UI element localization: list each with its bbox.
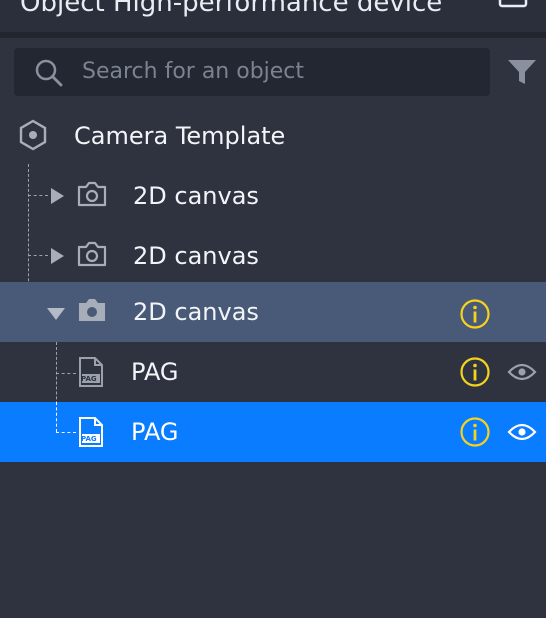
window-icon[interactable] bbox=[498, 0, 528, 8]
camera-icon bbox=[77, 241, 107, 267]
tree-item-pag[interactable]: PAG PAG bbox=[0, 402, 546, 462]
expand-arrow-icon[interactable] bbox=[49, 247, 65, 265]
tree-item-2d-canvas[interactable]: 2D canvas bbox=[0, 282, 546, 342]
tree-item-label: 2D canvas bbox=[133, 242, 259, 270]
tree-item-2d-canvas[interactable]: 2D canvas bbox=[0, 226, 546, 286]
tree-item-label: 2D canvas bbox=[133, 298, 259, 326]
panel-title: Object High-performance device bbox=[20, 0, 443, 18]
camera-icon bbox=[79, 299, 105, 321]
tree-item-label: PAG bbox=[131, 358, 179, 386]
search-placeholder: Search for an object bbox=[82, 59, 305, 84]
tree-item-pag[interactable]: PAG PAG bbox=[0, 342, 546, 402]
tree-item-label: Camera Template bbox=[74, 122, 286, 150]
search-icon bbox=[35, 59, 63, 87]
tree-guide-line bbox=[56, 432, 76, 433]
tree-item-label: 2D canvas bbox=[133, 182, 259, 210]
tree-guide-line bbox=[56, 402, 57, 432]
warning-info-icon[interactable] bbox=[459, 416, 491, 448]
panel-title-bar: Object High-performance device bbox=[0, 0, 546, 34]
collapse-arrow-icon[interactable] bbox=[46, 307, 66, 321]
tree-item-2d-canvas[interactable]: 2D canvas bbox=[0, 166, 546, 226]
warning-info-icon[interactable] bbox=[459, 298, 491, 330]
search-input[interactable]: Search for an object bbox=[14, 48, 490, 96]
tree-item-label: PAG bbox=[131, 418, 179, 446]
pag-file-badge: PAG bbox=[81, 435, 97, 443]
object-node-icon bbox=[19, 119, 47, 151]
expand-arrow-icon[interactable] bbox=[49, 187, 65, 205]
filter-icon[interactable] bbox=[506, 57, 538, 87]
title-divider bbox=[0, 32, 546, 38]
pag-file-badge: PAG bbox=[81, 375, 97, 383]
warning-info-icon[interactable] bbox=[459, 356, 491, 388]
camera-icon bbox=[77, 181, 107, 207]
eye-visibility-icon[interactable] bbox=[507, 362, 537, 382]
tree-item-camera-template[interactable]: Camera Template bbox=[0, 106, 546, 166]
eye-visibility-icon[interactable] bbox=[507, 422, 537, 442]
